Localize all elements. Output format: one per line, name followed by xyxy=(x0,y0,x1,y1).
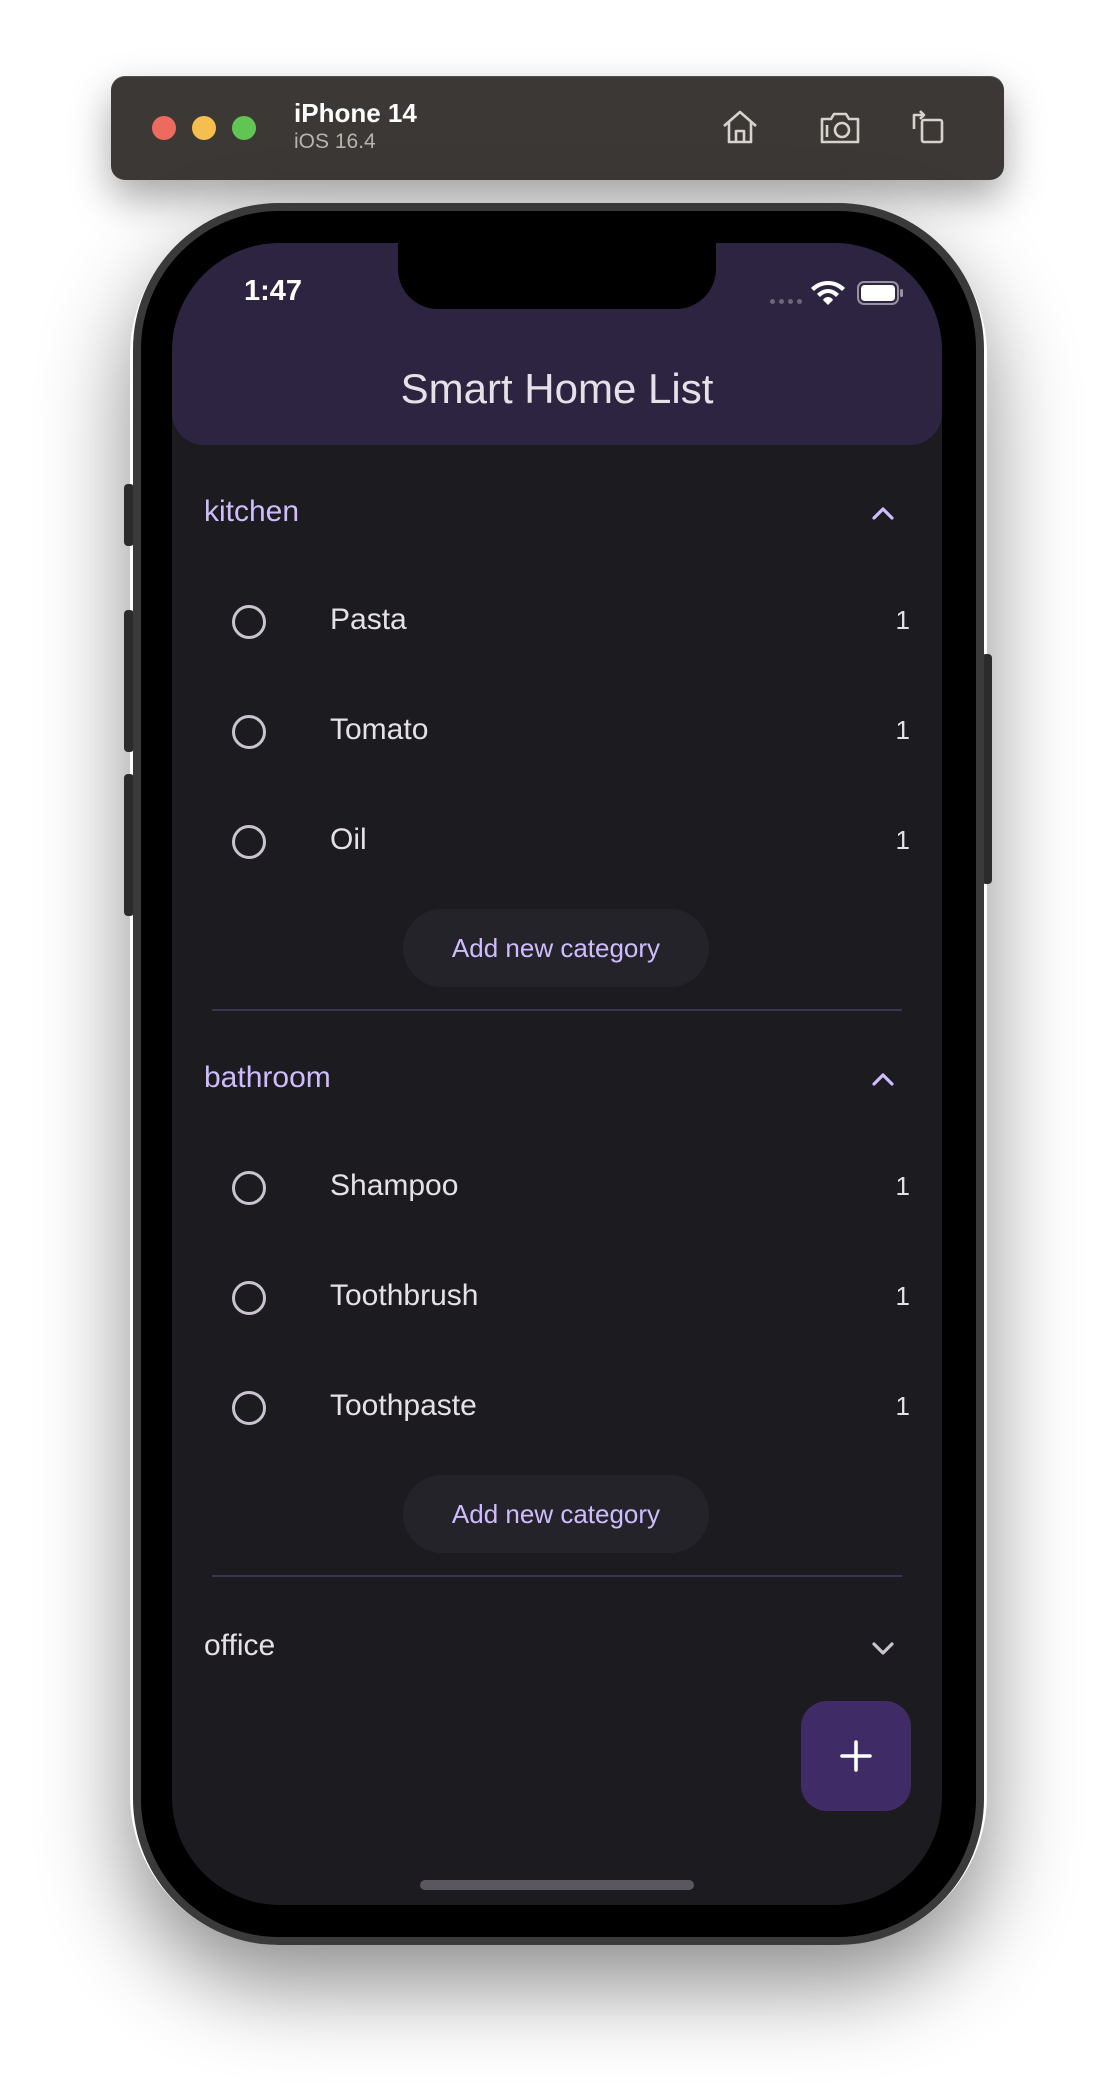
item-label: Oil xyxy=(330,823,367,856)
list-item[interactable]: Shampoo 1 xyxy=(172,1133,942,1243)
list-item[interactable]: Pasta 1 xyxy=(172,567,942,677)
item-quantity: 1 xyxy=(895,605,910,635)
item-quantity: 1 xyxy=(895,825,910,855)
list-item[interactable]: Tomato 1 xyxy=(172,677,942,787)
phone-screen: Smart Home List 1:47 kitchen Pasta 1 Tom… xyxy=(172,243,942,1905)
battery-icon xyxy=(857,281,903,305)
plus-icon xyxy=(840,1740,872,1772)
screenshot-icon xyxy=(820,112,860,144)
item-checkbox[interactable] xyxy=(232,605,266,639)
section-header-kitchen[interactable]: kitchen xyxy=(204,495,299,529)
zoom-window-button[interactable] xyxy=(232,116,256,140)
page-title: Smart Home List xyxy=(400,365,714,412)
section-header-office[interactable]: office xyxy=(204,1629,275,1663)
status-time: 1:47 xyxy=(244,275,303,307)
item-checkbox[interactable] xyxy=(232,715,266,749)
home-icon xyxy=(723,110,757,144)
item-checkbox[interactable] xyxy=(232,1391,266,1425)
home-indicator xyxy=(420,1880,694,1890)
chevron-up-icon[interactable] xyxy=(868,499,898,529)
minimize-window-button[interactable] xyxy=(192,116,216,140)
section-divider xyxy=(212,1575,902,1577)
wifi-icon xyxy=(811,281,845,305)
home-button[interactable] xyxy=(715,102,765,152)
list-item[interactable]: Oil 1 xyxy=(172,787,942,897)
device-name: iPhone 14 xyxy=(294,98,417,128)
screenshot-button[interactable] xyxy=(815,102,865,152)
item-label: Toothpaste xyxy=(330,1389,477,1422)
add-category-button[interactable]: Add new category xyxy=(403,909,709,987)
close-window-button[interactable] xyxy=(152,116,176,140)
notch xyxy=(398,243,716,309)
item-label: Shampoo xyxy=(330,1169,459,1202)
os-version: iOS 16.4 xyxy=(294,130,376,153)
item-checkbox[interactable] xyxy=(232,825,266,859)
section-header-bathroom[interactable]: bathroom xyxy=(204,1061,331,1095)
cellular-signal-icon xyxy=(770,299,802,304)
list-item[interactable]: Toothbrush 1 xyxy=(172,1243,942,1353)
item-checkbox[interactable] xyxy=(232,1281,266,1315)
add-item-button[interactable] xyxy=(801,1701,911,1811)
item-quantity: 1 xyxy=(895,1391,910,1421)
item-label: Tomato xyxy=(330,713,429,746)
rotate-button[interactable] xyxy=(903,102,953,152)
simulator-toolbar: iPhone 14 iOS 16.4 xyxy=(111,76,1004,180)
chevron-down-icon[interactable] xyxy=(868,1633,898,1663)
item-quantity: 1 xyxy=(895,715,910,745)
item-quantity: 1 xyxy=(895,1171,910,1201)
rotate-icon xyxy=(912,110,944,144)
item-checkbox[interactable] xyxy=(232,1171,266,1205)
add-category-button[interactable]: Add new category xyxy=(403,1475,709,1553)
item-label: Toothbrush xyxy=(330,1279,479,1312)
item-label: Pasta xyxy=(330,603,407,636)
list-item[interactable]: Toothpaste 1 xyxy=(172,1353,942,1463)
item-quantity: 1 xyxy=(895,1281,910,1311)
section-divider xyxy=(212,1009,902,1011)
chevron-up-icon[interactable] xyxy=(868,1065,898,1095)
